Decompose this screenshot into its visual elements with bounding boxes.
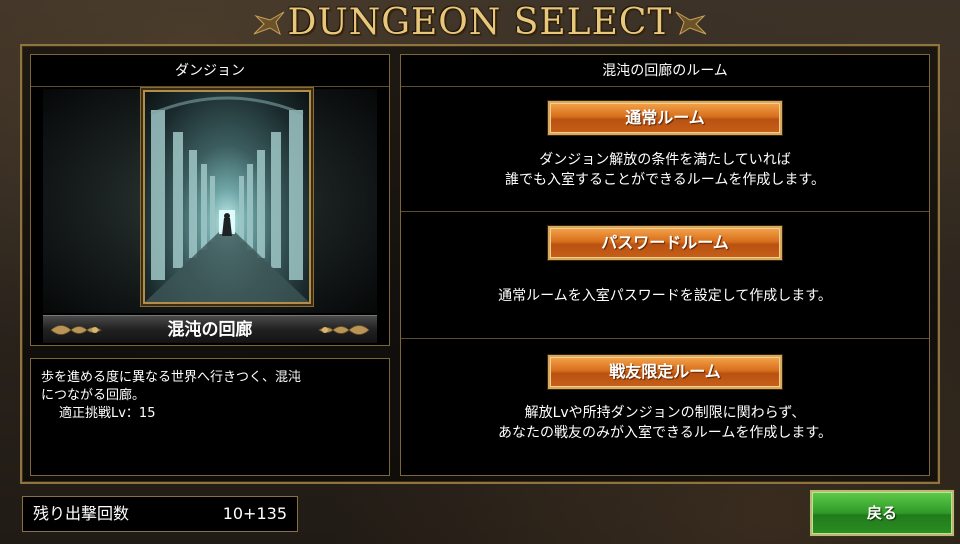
room-description-line: 通常ルームを入室パスワードを設定して作成します。: [498, 288, 832, 304]
ornament-icon: [50, 325, 102, 335]
ornament-icon: [675, 11, 707, 36]
dungeon-image: [143, 90, 311, 304]
ornament-icon: [318, 325, 370, 335]
sortie-label: 残り出撃回数: [33, 504, 130, 523]
normal-room-button[interactable]: 通常ルーム: [548, 101, 782, 135]
description-line: 歩を進める度に異なる世界へ行きつく、混沌: [41, 370, 302, 385]
room-panel-header: 混沌の回廊のルーム: [401, 55, 929, 87]
page-title: DUNGEON SELECT: [287, 2, 673, 43]
room-description: 解放Lvや所持ダンジョンの制限に関わらず、 あなたの戦友のみが入室できるルームを…: [401, 403, 929, 443]
sortie-count: 10+135: [222, 504, 287, 523]
room-description-line: 解放Lvや所持ダンジョンの制限に関わらず、: [524, 405, 806, 421]
dungeon-panel-header: ダンジョン: [31, 55, 389, 87]
remaining-sorties: 残り出撃回数 10+135: [22, 496, 298, 532]
dungeon-description-panel: 歩を進める度に異なる世界へ行きつく、混沌 につながる回廊。 適正挑戦Lv：15: [30, 358, 390, 476]
room-description: 通常ルームを入室パスワードを設定して作成します。: [401, 286, 929, 306]
room-section-password: パスワードルーム 通常ルームを入室パスワードを設定して作成します。: [401, 212, 929, 338]
room-description-line: あなたの戦友のみが入室できるルームを作成します。: [498, 425, 832, 441]
room-description: ダンジョン解放の条件を満たしていれば 誰でも入室することができるルームを作成しま…: [401, 150, 929, 190]
recommended-level: 適正挑戦Lv：15: [59, 406, 156, 421]
room-description-line: ダンジョン解放の条件を満たしていれば: [539, 152, 791, 168]
dungeon-name: 混沌の回廊: [167, 320, 253, 340]
password-room-button[interactable]: パスワードルーム: [548, 226, 782, 260]
dungeon-panel: ダンジョン 混沌の回廊: [30, 54, 390, 346]
dungeon-name-bar: 混沌の回廊: [43, 315, 377, 343]
back-button[interactable]: 戻る: [810, 490, 954, 536]
room-description-line: 誰でも入室することができるルームを作成します。: [505, 172, 825, 188]
title-bar: DUNGEON SELECT: [230, 0, 730, 48]
room-panel: 混沌の回廊のルーム 通常ルーム ダンジョン解放の条件を満たしていれば 誰でも入室…: [400, 54, 930, 476]
room-section-friends: 戦友限定ルーム 解放Lvや所持ダンジョンの制限に関わらず、 あなたの戦友のみが入…: [401, 339, 929, 475]
friend-room-button[interactable]: 戦友限定ルーム: [548, 355, 782, 389]
room-section-normal: 通常ルーム ダンジョン解放の条件を満たしていれば 誰でも入室することができるルー…: [401, 88, 929, 212]
description-line: につながる回廊。: [41, 388, 146, 403]
